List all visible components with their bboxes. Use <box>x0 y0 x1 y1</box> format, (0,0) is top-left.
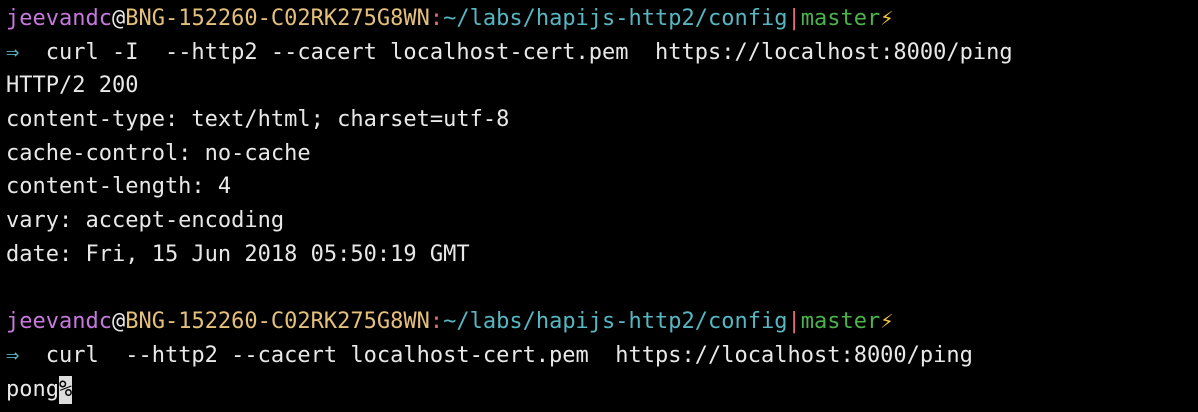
command-text: curl --http2 --cacert localhost-cert.pem… <box>19 342 973 368</box>
prompt-path: ~/labs/hapijs-http2/config <box>443 309 788 335</box>
output-line: date: Fri, 15 Jun 2018 05:50:19 GMT <box>6 241 470 267</box>
command-line: ⇒ curl -I --http2 --cacert localhost-cer… <box>6 36 1198 70</box>
lightning-icon: ⚡ <box>880 6 894 31</box>
terminal-window[interactable]: jeevandc@BNG-152260-C02RK275G8WN:~/labs/… <box>0 0 1198 412</box>
output-line: cache-control: no-cache <box>6 140 311 166</box>
prompt-separator: | <box>787 6 801 31</box>
prompt-arrow-icon: ⇒ <box>6 342 20 368</box>
output-text: pong <box>6 376 59 402</box>
command-text: curl -I --http2 --cacert localhost-cert.… <box>19 39 1013 65</box>
output-line: vary: accept-encoding <box>6 208 285 234</box>
prompt-at: @ <box>111 6 126 31</box>
prompt-line: jeevandc@BNG-152260-C02RK275G8WN:~/labs/… <box>6 305 1198 339</box>
prompt-host: BNG-152260-C02RK275G8WN <box>125 309 430 335</box>
prompt-colon: : <box>429 6 444 31</box>
prompt-at: @ <box>111 309 126 335</box>
prompt-line: jeevandc@BNG-152260-C02RK275G8WN:~/labs/… <box>6 2 1198 36</box>
prompt-path: ~/labs/hapijs-http2/config <box>443 6 788 31</box>
command-line: ⇒ curl --http2 --cacert localhost-cert.p… <box>6 339 1198 373</box>
prompt-user: jeevandc <box>6 6 112 31</box>
git-branch: master <box>800 6 881 31</box>
prompt-arrow-icon: ⇒ <box>6 39 20 65</box>
output-line: pong% <box>6 373 1198 407</box>
git-branch: master <box>800 309 881 335</box>
lightning-icon: ⚡ <box>880 309 894 335</box>
prompt-host: BNG-152260-C02RK275G8WN <box>125 6 430 31</box>
terminal-cursor: % <box>58 375 73 404</box>
prompt-separator: | <box>787 309 801 335</box>
prompt-colon: : <box>429 309 444 335</box>
output-line: HTTP/2 200 <box>6 73 139 99</box>
output-line: content-type: text/html; charset=utf-8 <box>6 107 510 133</box>
prompt-user: jeevandc <box>6 309 112 335</box>
output-line: content-length: 4 <box>6 174 232 200</box>
